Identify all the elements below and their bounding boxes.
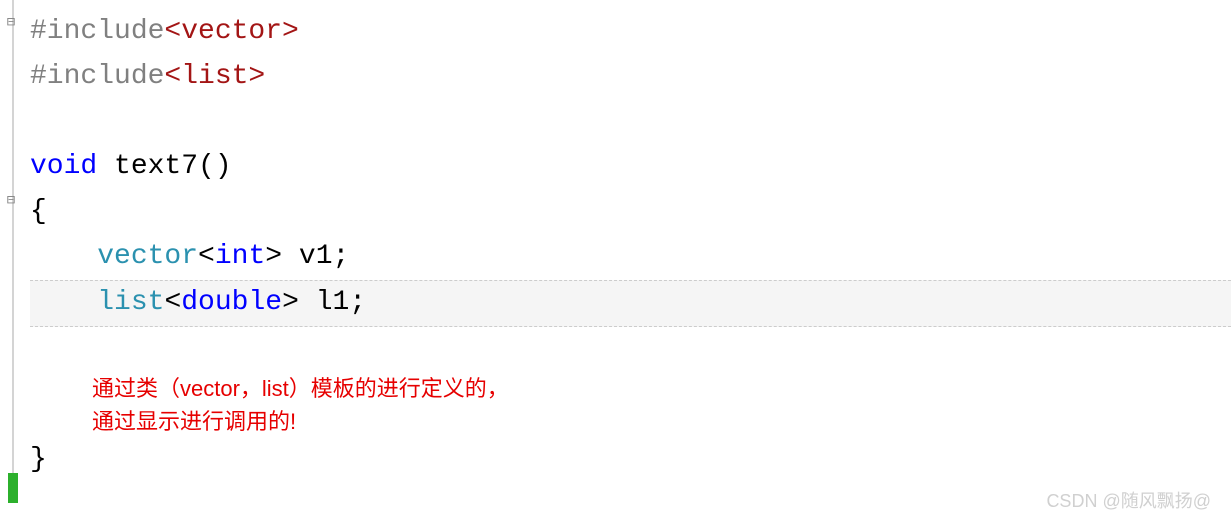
type-name: vector — [97, 235, 198, 280]
code-line: } — [30, 438, 1231, 483]
watermark-text: CSDN @随风飘扬@ — [1046, 487, 1211, 513]
function-name: text7() — [97, 145, 231, 190]
indent — [30, 281, 97, 326]
indent — [30, 235, 97, 280]
fold-marker-icon[interactable]: ⊟ — [4, 192, 18, 209]
variable-decl: v1; — [282, 235, 349, 280]
annotation-text: 通过显示进行调用的! — [92, 405, 1231, 438]
angle-bracket: > — [282, 281, 299, 326]
header-name: <vector> — [164, 10, 298, 55]
code-line: void text7() — [30, 145, 1231, 190]
header-name: <list> — [164, 55, 265, 100]
preprocessor-directive: #include — [30, 10, 164, 55]
variable-decl: l1; — [299, 281, 366, 326]
code-line: vector<int> v1; — [30, 235, 1231, 280]
code-line-current: list<double> l1; — [30, 280, 1231, 327]
code-line: #include<list> — [30, 55, 1231, 100]
annotation-block: 通过类（vector，list）模板的进行定义的， 通过显示进行调用的! — [30, 372, 1231, 438]
builtin-type: double — [181, 281, 282, 326]
code-line-empty — [30, 327, 1231, 372]
angle-bracket: > — [265, 235, 282, 280]
gutter-change-marker — [8, 473, 18, 503]
brace: } — [30, 438, 47, 483]
angle-bracket: < — [198, 235, 215, 280]
code-line: { — [30, 190, 1231, 235]
angle-bracket: < — [164, 281, 181, 326]
fold-marker-icon[interactable]: ⊟ — [4, 14, 18, 31]
code-line: #include<vector> — [30, 10, 1231, 55]
annotation-text: 通过类（vector，list）模板的进行定义的， — [92, 372, 1231, 405]
type-name: list — [97, 281, 164, 326]
keyword: void — [30, 145, 97, 190]
brace: { — [30, 190, 47, 235]
code-editor-area[interactable]: #include<vector> #include<list> void tex… — [30, 10, 1231, 483]
builtin-type: int — [215, 235, 265, 280]
code-line-empty — [30, 100, 1231, 145]
gutter-line — [12, 0, 14, 493]
editor-gutter: ⊟ ⊟ — [0, 0, 24, 523]
preprocessor-directive: #include — [30, 55, 164, 100]
